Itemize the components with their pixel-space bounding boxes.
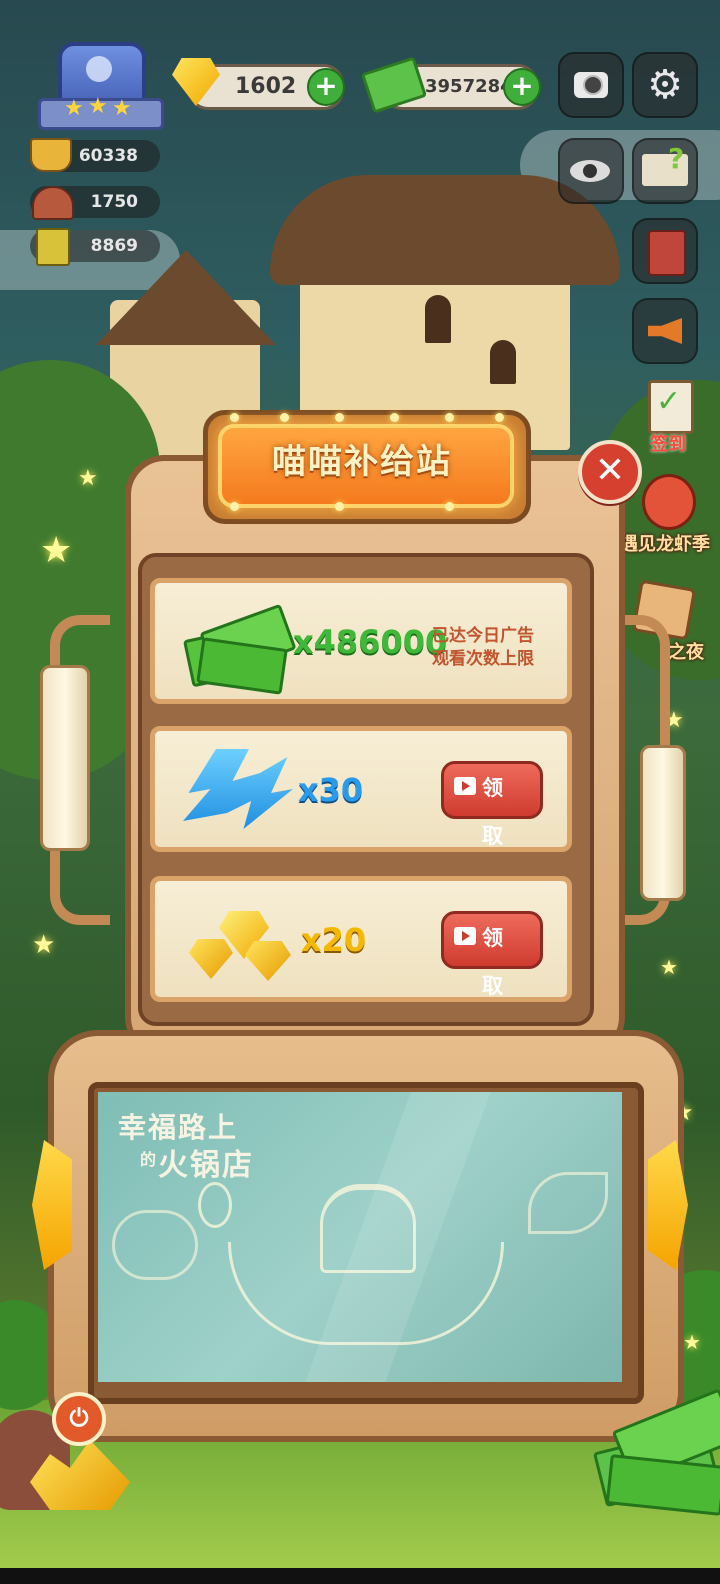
claim-gems-button[interactable]: 领 取	[441, 911, 543, 998]
stat-value-2: 1750	[90, 192, 138, 212]
checkin-label: 签到	[650, 434, 686, 455]
marquee-bulb	[495, 413, 504, 422]
chef-hat-icon	[86, 56, 112, 82]
vegetable-sketch	[112, 1210, 198, 1280]
lobster-icon	[642, 474, 696, 530]
settings-button[interactable]: ⚙	[632, 52, 698, 118]
book-icon	[36, 228, 70, 266]
gold-gem-pile-icon	[185, 899, 295, 983]
view-button[interactable]	[558, 138, 624, 204]
marquee-bulb	[335, 413, 344, 422]
star-icon: ★	[112, 96, 132, 121]
recipe-book-icon	[648, 230, 686, 276]
ad-limit-notice-line1: 已达今日广告	[432, 626, 534, 646]
stat-value-3: 8869	[90, 236, 138, 256]
marquee-bulb	[390, 413, 399, 422]
house-window	[425, 295, 451, 343]
machine-screen: 幸福路上 的 火锅店	[98, 1092, 622, 1382]
cash-bill	[605, 1454, 720, 1516]
claim-gems-label: 领 取	[482, 926, 507, 998]
marquee-bulb	[230, 502, 239, 511]
handle-grip-left	[40, 665, 90, 851]
reward-amount-energy: x30	[298, 771, 364, 809]
gems-value: 1602	[235, 74, 297, 99]
add-cash-button[interactable]: +	[503, 68, 541, 106]
cash-pile-decoration	[592, 1388, 720, 1516]
ladle-sketch	[198, 1182, 232, 1228]
marquee-bulb	[335, 502, 344, 511]
add-gems-button[interactable]: +	[307, 68, 345, 106]
video-ad-icon	[454, 927, 476, 945]
question-mark-icon: ?	[668, 142, 685, 175]
leaf-sketch	[528, 1172, 608, 1234]
event-night-label: 之夜	[668, 642, 704, 663]
cash-value: 3957284	[425, 76, 513, 97]
sparkle-star: ★	[32, 930, 56, 960]
marquee-bulb	[280, 413, 289, 422]
close-icon: ✕	[594, 450, 626, 491]
pot-icon	[30, 138, 72, 172]
eye-pupil	[583, 164, 597, 178]
marquee-bulb	[230, 413, 239, 422]
megaphone-icon	[648, 318, 682, 344]
navigation-bar	[0, 1568, 720, 1584]
guide-button[interactable]: ?	[632, 138, 698, 204]
rank-badge[interactable]: ★ ★ ★	[38, 42, 164, 130]
camera-lens	[583, 75, 603, 95]
house-window	[490, 340, 516, 384]
video-ad-icon	[454, 777, 476, 795]
screen-caption-line2: 火锅店	[158, 1148, 254, 1183]
stat-value-1: 60338	[78, 146, 138, 166]
star-icon: ★	[64, 96, 84, 121]
screen-caption-small: 的	[140, 1150, 157, 1169]
gear-icon: ⚙	[647, 62, 683, 108]
claim-energy-label: 领 取	[482, 776, 507, 848]
recipe-button[interactable]	[632, 218, 698, 284]
reward-amount-cash: x486000	[293, 623, 448, 661]
tower-roof	[96, 250, 276, 345]
handle-grip-right	[640, 745, 686, 901]
gem	[245, 941, 291, 981]
marquee-bulb	[445, 502, 454, 511]
camera-button[interactable]	[558, 52, 624, 118]
reward-row-gems: x20 领 取	[150, 876, 572, 1002]
power-icon: ⏻	[69, 1404, 89, 1432]
cloche-icon	[32, 186, 74, 220]
ad-limit-notice-line2: 观看次数上限	[432, 649, 534, 669]
panel-title: 喵喵补给站	[272, 442, 452, 482]
reward-amount-gems: x20	[301, 921, 367, 959]
reward-row-cash: x486000 已达今日广告 观看次数上限	[150, 578, 572, 704]
cash-stack-icon	[182, 603, 297, 695]
sparkle-star: ★	[78, 466, 98, 491]
event-lobster-label: 遇见龙虾季	[620, 534, 710, 555]
sparkle-star: ★	[40, 530, 73, 571]
marquee-bulb	[445, 413, 454, 422]
star-icon: ★	[88, 94, 108, 119]
gem	[189, 939, 233, 979]
sparkle-star: ★	[660, 955, 678, 979]
checkmark-icon: ✓	[656, 384, 682, 419]
reward-row-energy: x30 领 取	[150, 726, 572, 852]
lightning-icon	[183, 749, 293, 829]
claim-energy-button[interactable]: 领 取	[441, 761, 543, 848]
checkin-button[interactable]: ✓ 签到	[636, 380, 706, 456]
close-button[interactable]: ✕	[578, 440, 642, 504]
power-button[interactable]: ⏻	[52, 1392, 106, 1446]
announcement-button[interactable]	[632, 298, 698, 364]
sparkle-star: ★	[683, 1330, 701, 1354]
